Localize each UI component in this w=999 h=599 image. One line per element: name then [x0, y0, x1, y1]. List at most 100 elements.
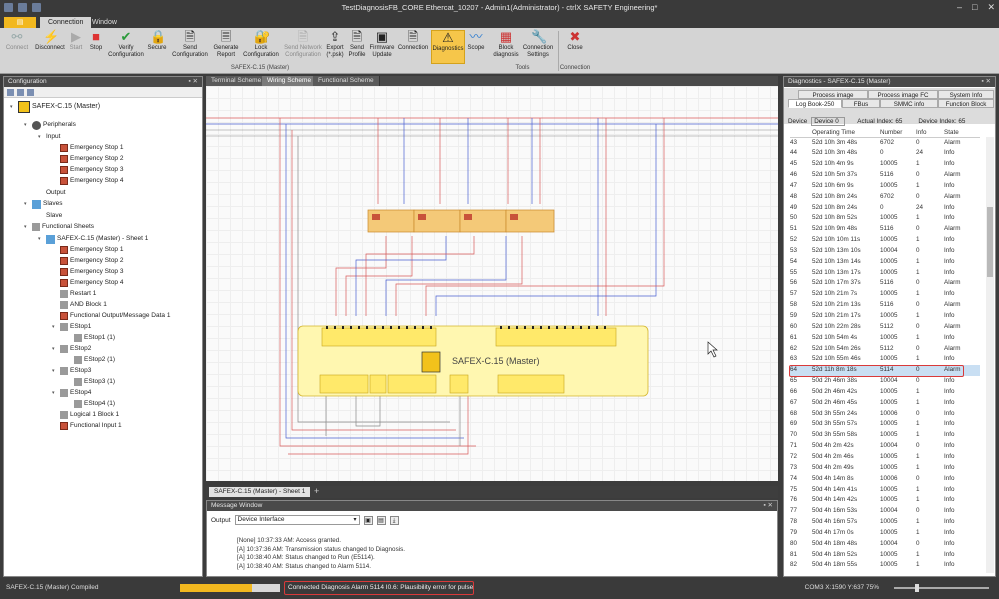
pin-icon[interactable]: ▪ ✕ [763, 501, 773, 511]
pin-icon[interactable]: ▪ ✕ [981, 77, 991, 87]
log-row[interactable]: 50 52d 10h 8m 52s 10005 1 Info [790, 213, 980, 224]
log-row[interactable]: 58 52d 10h 21m 13s 5116 0 Alarm [790, 300, 980, 311]
log-row[interactable]: 77 50d 4h 16m 53s 10004 0 Info [790, 506, 980, 517]
start-button[interactable]: ▶ Start [66, 30, 86, 64]
zoom-slider-knob[interactable] [914, 584, 919, 592]
log-row[interactable]: 55 52d 10h 13m 17s 10005 1 Info [790, 268, 980, 279]
generate-report-button[interactable]: 🗏 Generate Report [210, 30, 242, 64]
expand-toggle-icon[interactable]: ▾ [24, 222, 30, 232]
expand-toggle-icon[interactable]: ▾ [52, 366, 58, 376]
log-row[interactable]: 49 52d 10h 8m 24s 0 24 Info [790, 203, 980, 214]
log-row[interactable]: 66 50d 2h 46m 42s 10005 1 Info [790, 387, 980, 398]
log-row[interactable]: 61 52d 10h 54m 4s 10005 1 Info [790, 333, 980, 344]
tree-node[interactable]: Emergency Stop 4 [52, 278, 123, 288]
column-header-number[interactable]: Number [880, 128, 916, 138]
expand-toggle-icon[interactable]: ▾ [52, 322, 58, 332]
log-row[interactable]: 78 50d 4h 16m 57s 10005 1 Info [790, 517, 980, 528]
tab-wiring-scheme[interactable]: Wiring Scheme [262, 76, 318, 86]
tree-node[interactable]: Emergency Stop 3 [52, 165, 123, 175]
tree-node[interactable]: Emergency Stop 2 [52, 256, 123, 266]
connection-button[interactable]: 🗎 Connection [396, 30, 430, 64]
minimize-icon[interactable]: – [957, 2, 962, 13]
log-row[interactable]: 73 50d 4h 2m 49s 10005 1 Info [790, 463, 980, 474]
column-header-info[interactable]: Info [916, 128, 944, 138]
expand-toggle-icon[interactable]: ▾ [52, 344, 58, 354]
tab-process-image[interactable]: Process image [798, 90, 868, 99]
tree-node[interactable]: Restart 1 [52, 289, 96, 299]
expand-toggle-icon[interactable]: ▾ [10, 102, 16, 112]
zoom-slider[interactable] [894, 584, 989, 592]
log-row[interactable]: 51 52d 10h 9m 48s 5116 0 Alarm [790, 224, 980, 235]
tree-node[interactable]: Emergency Stop 1 [52, 143, 123, 153]
log-row[interactable]: 43 52d 10h 3m 48s 6702 0 Alarm [790, 137, 980, 148]
tree-node[interactable]: ▾ EStop3 [52, 366, 91, 376]
collapse-icon[interactable] [17, 89, 24, 96]
connect-button[interactable]: ⚯ Connect [2, 30, 32, 64]
tree-node[interactable]: ▾ EStop4 [52, 388, 91, 398]
log-row[interactable]: 60 52d 10h 22m 28s 5112 0 Alarm [790, 322, 980, 333]
tree-node[interactable]: EStop4 (1) [66, 399, 115, 409]
log-row[interactable]: 80 50d 4h 18m 48s 10004 0 Info [790, 539, 980, 550]
device-select[interactable]: Device 0 [811, 116, 846, 126]
tree-node[interactable]: Functional Input 1 [52, 421, 122, 431]
tree-node[interactable]: ▾ SAFEX-C.15 (Master) [10, 101, 100, 113]
tree-node[interactable]: AND Block 1 [52, 300, 107, 310]
log-row[interactable]: 57 52d 10h 21m 7s 10005 1 Info [790, 289, 980, 300]
tree-node[interactable]: ▾ EStop2 [52, 344, 91, 354]
tree-node[interactable]: EStop3 (1) [66, 377, 115, 387]
log-row[interactable]: 74 50d 4h 14m 8s 10006 0 Info [790, 474, 980, 485]
log-row[interactable]: 70 50d 3h 55m 58s 10005 1 Info [790, 430, 980, 441]
tree-node[interactable]: Logical 1 Block 1 [52, 410, 119, 420]
tree-node[interactable]: Emergency Stop 3 [52, 267, 123, 277]
column-header-state[interactable]: State [944, 128, 980, 138]
log-row[interactable]: 44 52d 10h 3m 48s 0 24 Info [790, 148, 980, 159]
block-diagnosis-button[interactable]: ▦ Block diagnosis [490, 30, 522, 64]
expand-toggle-icon[interactable]: ▾ [38, 234, 44, 244]
file-menu-button[interactable]: ▤ [4, 17, 36, 28]
tab-fbus[interactable]: FBus [842, 99, 880, 108]
expand-toggle-icon[interactable]: ▾ [52, 388, 58, 398]
tree-node[interactable]: Output [38, 188, 66, 198]
save-icon[interactable]: ▣ [363, 515, 373, 525]
log-row[interactable]: 63 52d 10h 55m 46s 10005 1 Info [790, 354, 980, 365]
log-scrollbar[interactable] [986, 137, 994, 573]
clear-icon[interactable]: ▤ [376, 515, 386, 525]
export-button[interactable]: ⇪ Export (*.psk) [324, 30, 346, 64]
download-icon[interactable]: ⤓ [389, 515, 399, 525]
maximize-icon[interactable]: □ [972, 2, 977, 13]
log-row[interactable]: 59 52d 10h 21m 17s 10005 1 Info [790, 311, 980, 322]
tree-node[interactable]: ▾ Slaves [24, 199, 63, 209]
log-row[interactable]: 76 50d 4h 14m 42s 10005 1 Info [790, 495, 980, 506]
expand-toggle-icon[interactable]: ▾ [24, 120, 30, 130]
add-sheet-icon[interactable]: + [314, 486, 319, 496]
send-network-configuration-button[interactable]: 🗎 Send Network Configuration [282, 30, 324, 64]
log-row[interactable]: 53 52d 10h 13m 10s 10004 0 Info [790, 246, 980, 257]
filter-icon[interactable] [27, 89, 34, 96]
expand-icon[interactable] [7, 89, 14, 96]
tab-functional-scheme[interactable]: Functional Scheme [313, 76, 380, 86]
output-select[interactable]: Device Interface [234, 515, 360, 525]
connection-settings-button[interactable]: 🔧 Connection Settings [522, 30, 554, 64]
tree-node[interactable]: ▾ Peripherals [24, 120, 76, 130]
log-row[interactable]: 47 52d 10h 6m 9s 10005 1 Info [790, 181, 980, 192]
close-connection-button[interactable]: ✖ Close [562, 30, 588, 64]
log-row[interactable]: 54 52d 10h 13m 14s 10005 1 Info [790, 257, 980, 268]
expand-toggle-icon[interactable]: ▾ [38, 132, 44, 142]
tab-smmc-info[interactable]: SMMC info [880, 99, 938, 108]
log-row[interactable]: 72 50d 4h 2m 46s 10005 1 Info [790, 452, 980, 463]
log-row[interactable]: 48 52d 10h 8m 24s 6702 0 Alarm [790, 192, 980, 203]
tree-node[interactable]: Emergency Stop 1 [52, 245, 123, 255]
log-row[interactable]: 71 50d 4h 2m 42s 10004 0 Info [790, 441, 980, 452]
tree-node[interactable]: ▾ Functional Sheets [24, 222, 94, 232]
tree-node[interactable]: ▾ Input [38, 132, 60, 142]
log-row[interactable]: 45 52d 10h 4m 9s 10005 1 Info [790, 159, 980, 170]
log-row[interactable]: 82 50d 4h 18m 55s 10005 1 Info [790, 560, 980, 571]
log-row[interactable]: 69 50d 3h 55m 57s 10005 1 Info [790, 419, 980, 430]
log-row[interactable]: 75 50d 4h 14m 41s 10005 1 Info [790, 485, 980, 496]
sheet-tab-1[interactable]: SAFEX-C.15 (Master) - Sheet 1 [209, 487, 311, 497]
log-row[interactable]: 79 50d 4h 17m 0s 10005 1 Info [790, 528, 980, 539]
log-row[interactable]: 67 50d 2h 46m 45s 10005 1 Info [790, 398, 980, 409]
log-row[interactable]: 81 50d 4h 18m 52s 10005 1 Info [790, 550, 980, 561]
tree-node[interactable]: Slave [38, 211, 62, 221]
column-header-operating-time[interactable]: Operating Time [812, 128, 880, 138]
